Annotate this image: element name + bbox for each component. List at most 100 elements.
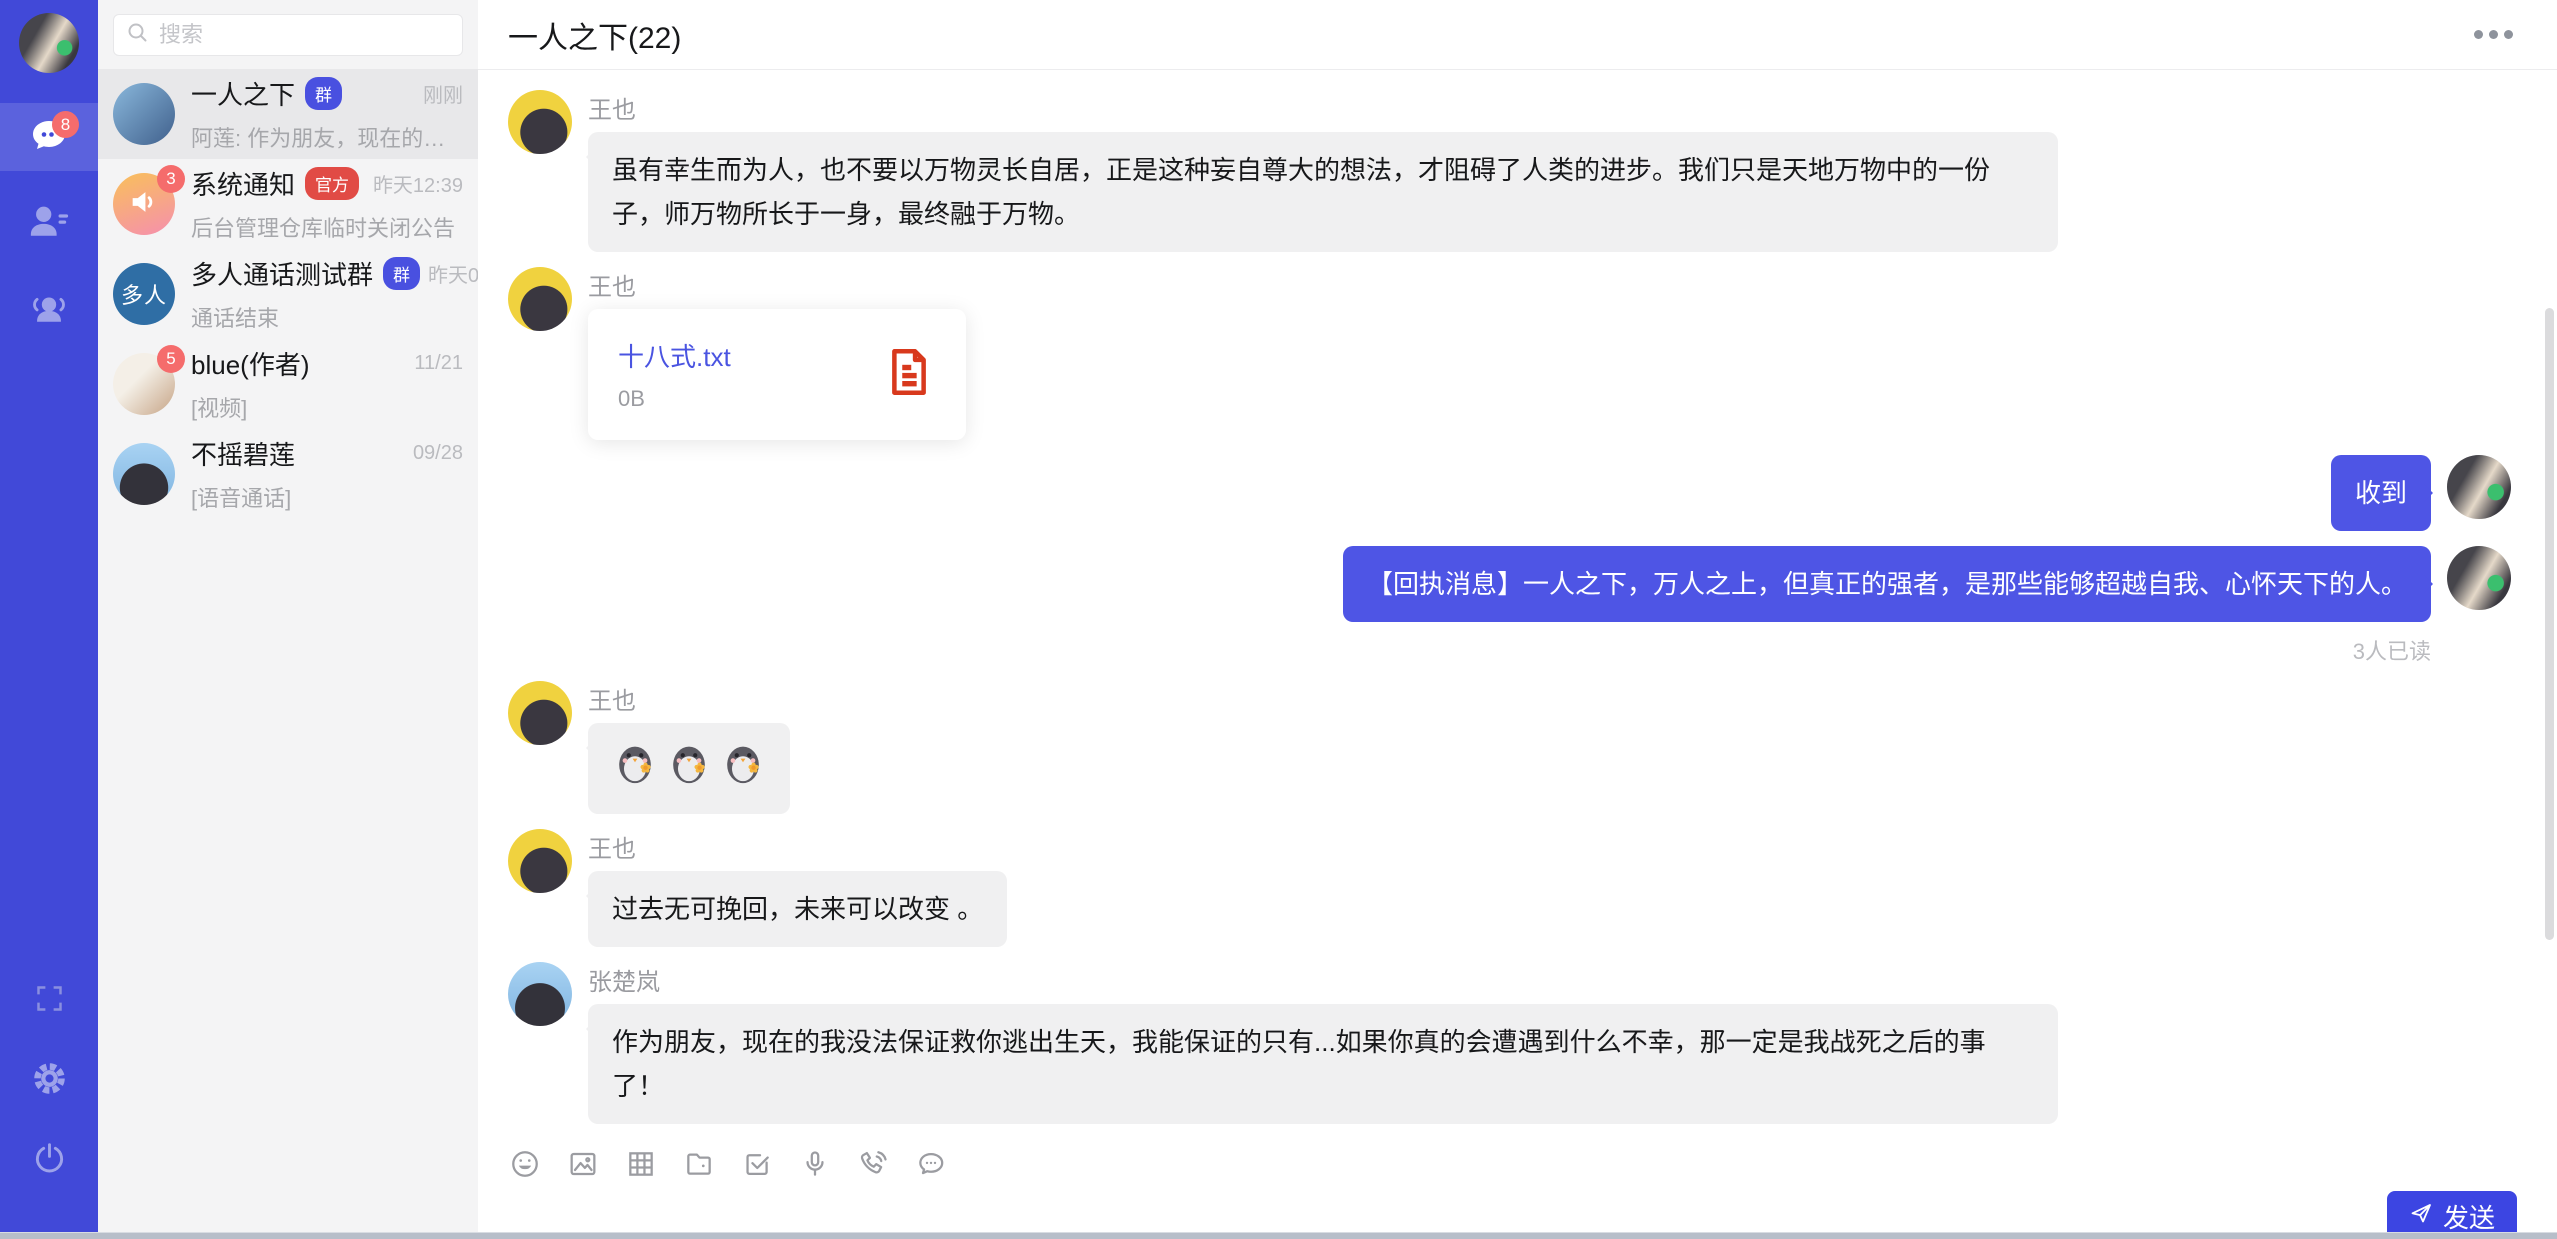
penguin-sticker bbox=[720, 739, 766, 798]
file-name: 十八式.txt bbox=[618, 337, 882, 374]
composer-toolbar bbox=[478, 1139, 2557, 1191]
nav-groups[interactable] bbox=[0, 275, 98, 343]
chat-item-main: 一人之下 群 刚刚 阿莲: 作为朋友，现在的我没法... bbox=[191, 75, 463, 153]
avatar[interactable] bbox=[508, 962, 572, 1026]
folder-icon[interactable] bbox=[682, 1147, 716, 1181]
horizontal-scrollbar[interactable] bbox=[0, 1232, 2557, 1239]
avatar bbox=[113, 443, 175, 505]
chat-history-icon[interactable] bbox=[914, 1147, 948, 1181]
search-input[interactable] bbox=[159, 22, 450, 48]
send-label: 发送 bbox=[2443, 1198, 2495, 1235]
chat-preview: [语音通话] bbox=[191, 481, 463, 513]
penguin-sticker bbox=[666, 739, 712, 798]
message-row: 王也 十八式.txt 0B bbox=[508, 267, 2511, 440]
message-row: 张楚岚 作为朋友，现在的我没法保证救你逃出生天，我能保证的只有...如果你真的会… bbox=[508, 962, 2511, 1124]
chat-item-main: blue(作者) 11/21 [视频] bbox=[191, 345, 463, 423]
microphone-icon[interactable] bbox=[798, 1147, 832, 1181]
chat-list-item[interactable]: 5 blue(作者) 11/21 [视频] bbox=[98, 339, 478, 429]
avatar: 5 bbox=[113, 353, 175, 415]
message-bubble: 作为朋友，现在的我没法保证救你逃出生天，我能保证的只有...如果你真的会遭遇到什… bbox=[588, 1004, 2058, 1124]
chat-time: 09/28 bbox=[405, 442, 463, 465]
sticker-bubble bbox=[588, 723, 790, 814]
message-row: 【回执消息】一人之下，万人之上，但真正的强者，是那些能够超越自我、心怀天下的人。… bbox=[508, 546, 2511, 666]
penguin-sticker bbox=[612, 739, 658, 798]
message-row: 收到 bbox=[508, 455, 2511, 531]
avatar[interactable] bbox=[508, 829, 572, 893]
left-rail: 8 bbox=[0, 0, 98, 1239]
chat-time: 11/21 bbox=[406, 352, 463, 375]
chat-item-main: 系统通知 官方 昨天12:39 后台管理仓库临时关闭公告 bbox=[191, 165, 463, 243]
rail-bottom bbox=[29, 981, 69, 1181]
chat-preview: 后台管理仓库临时关闭公告 bbox=[191, 211, 463, 243]
avatar[interactable] bbox=[2447, 455, 2511, 519]
message-bubble: 【回执消息】一人之下，万人之上，但真正的强者，是那些能够超越自我、心怀天下的人。 bbox=[1343, 546, 2431, 622]
phone-call-icon[interactable] bbox=[856, 1147, 890, 1181]
avatar[interactable] bbox=[508, 90, 572, 154]
group-icon bbox=[28, 287, 70, 332]
more-options-button[interactable] bbox=[2472, 22, 2515, 47]
avatar[interactable] bbox=[508, 267, 572, 331]
sender-name: 王也 bbox=[588, 829, 1007, 864]
emoji-icon[interactable] bbox=[508, 1147, 542, 1181]
chat-list-item[interactable]: 3 系统通知 官方 昨天12:39 后台管理仓库临时关闭公告 bbox=[98, 159, 478, 249]
message-bubble: 虽有幸生而为人，也不要以万物灵长自居，正是这种妄自尊大的想法，才阻碍了人类的进步… bbox=[588, 132, 2058, 252]
file-size: 0B bbox=[618, 386, 882, 412]
avatar bbox=[113, 83, 175, 145]
chat-item-main: 多人通话测试群 群 昨天01:29 通话结束 bbox=[191, 255, 463, 333]
chat-name: 系统通知 bbox=[191, 165, 295, 202]
fullscreen-button[interactable] bbox=[29, 981, 69, 1021]
power-icon bbox=[32, 1141, 67, 1181]
message-row: 王也 过去无可挽回，未来可以改变 。 bbox=[508, 829, 2511, 947]
file-meta: 十八式.txt 0B bbox=[618, 337, 882, 412]
nav-chats[interactable]: 8 bbox=[0, 103, 98, 171]
chat-item-main: 不摇碧莲 09/28 [语音通话] bbox=[191, 435, 463, 513]
sender-name: 张楚岚 bbox=[588, 962, 2058, 997]
message-list: 王也 虽有幸生而为人，也不要以万物灵长自居，正是这种妄自尊大的想法，才阻碍了人类… bbox=[478, 70, 2557, 1139]
sender-name: 王也 bbox=[588, 267, 966, 302]
chat-list-panel: 一人之下 群 刚刚 阿莲: 作为朋友，现在的我没法... 3 系统通知 官方 昨… bbox=[98, 0, 478, 1239]
message-row: 王也 bbox=[508, 681, 2511, 814]
paper-plane-icon bbox=[2409, 1201, 2433, 1232]
official-badge: 官方 bbox=[305, 167, 359, 200]
screenshot-grid-icon[interactable] bbox=[624, 1147, 658, 1181]
chat-preview: [视频] bbox=[191, 391, 463, 423]
power-button[interactable] bbox=[29, 1141, 69, 1181]
user-avatar[interactable] bbox=[19, 13, 79, 73]
chat-header: 一人之下(22) bbox=[478, 0, 2557, 70]
chat-time: 刚刚 bbox=[415, 79, 463, 108]
avatar[interactable] bbox=[2447, 546, 2511, 610]
chat-time: 昨天12:39 bbox=[365, 169, 463, 198]
sender-name: 王也 bbox=[588, 681, 790, 716]
chat-main: 一人之下(22) 王也 虽有幸生而为人，也不要以万物灵长自居，正是这种妄自尊大的… bbox=[478, 0, 2557, 1239]
read-status: 3人已读 bbox=[2353, 634, 2431, 666]
contacts-icon bbox=[28, 201, 70, 246]
settings-icon bbox=[31, 1060, 68, 1102]
speaker-icon bbox=[127, 185, 161, 224]
settings-button[interactable] bbox=[29, 1061, 69, 1101]
message-bubble: 过去无可挽回，未来可以改变 。 bbox=[588, 871, 1007, 947]
group-badge: 群 bbox=[383, 257, 420, 290]
vertical-scrollbar[interactable] bbox=[2545, 308, 2554, 940]
chat-list-item[interactable]: 多人 多人通话测试群 群 昨天01:29 通话结束 bbox=[98, 249, 478, 339]
avatar[interactable] bbox=[508, 681, 572, 745]
chat-title: 一人之下(22) bbox=[508, 13, 681, 57]
chat-name: 多人通话测试群 bbox=[191, 255, 373, 292]
nav-contacts[interactable] bbox=[0, 189, 98, 257]
image-icon[interactable] bbox=[566, 1147, 600, 1181]
unread-badge: 3 bbox=[157, 165, 185, 193]
avatar: 3 bbox=[113, 173, 175, 235]
chat-name: 不摇碧莲 bbox=[191, 435, 295, 472]
task-check-icon[interactable] bbox=[740, 1147, 774, 1181]
unread-total-badge: 8 bbox=[52, 111, 79, 138]
message-row: 王也 虽有幸生而为人，也不要以万物灵长自居，正是这种妄自尊大的想法，才阻碍了人类… bbox=[508, 90, 2511, 252]
file-message-card[interactable]: 十八式.txt 0B bbox=[588, 309, 966, 440]
chat-list-item[interactable]: 不摇碧莲 09/28 [语音通话] bbox=[98, 429, 478, 519]
chat-name: blue(作者) bbox=[191, 345, 309, 382]
chat-name: 一人之下 bbox=[191, 75, 295, 112]
chat-preview: 通话结束 bbox=[191, 301, 463, 333]
chat-list-item[interactable]: 一人之下 群 刚刚 阿莲: 作为朋友，现在的我没法... bbox=[98, 69, 478, 159]
sender-name: 王也 bbox=[588, 90, 2058, 125]
avatar: 多人 bbox=[113, 263, 175, 325]
message-bubble: 收到 bbox=[2331, 455, 2431, 531]
search-box bbox=[113, 14, 463, 56]
